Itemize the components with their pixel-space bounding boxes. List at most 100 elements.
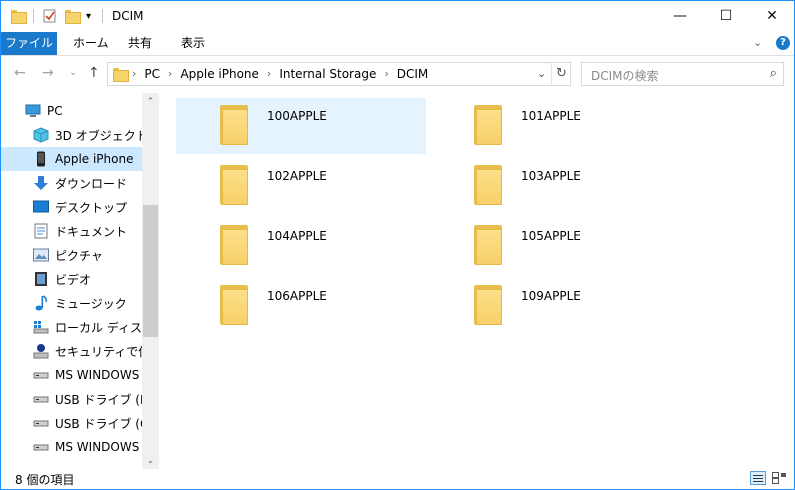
folder-tile-103apple[interactable]: 103APPLE xyxy=(430,158,680,214)
maximize-button[interactable]: ☐ xyxy=(703,1,749,31)
folder-name: 109APPLE xyxy=(521,289,581,303)
pictures-icon xyxy=(33,247,49,263)
search-icon[interactable]: ⌕ xyxy=(770,66,777,81)
sidebar-item-ms-windows[interactable]: MS WINDOWS (I xyxy=(1,363,142,387)
usb-drive-icon xyxy=(33,415,49,431)
large-icons-view-icon[interactable] xyxy=(771,471,787,485)
details-view-icon[interactable] xyxy=(750,471,766,485)
help-icon[interactable]: ? xyxy=(776,36,790,50)
folder-name: 102APPLE xyxy=(267,169,327,183)
sidebar-item-usb-drive-f[interactable]: USB ドライブ (F:) xyxy=(1,387,142,411)
folder-tile-102apple[interactable]: 102APPLE xyxy=(176,158,426,214)
folder-tile-105apple[interactable]: 105APPLE xyxy=(430,218,680,274)
sidebar-item-label: USB ドライブ (F:) xyxy=(55,392,142,407)
sidebar-item-label: デスクトップ xyxy=(55,200,128,215)
sidebar-item-documents[interactable]: ドキュメント xyxy=(1,219,142,243)
drive-icon xyxy=(33,367,49,383)
file-list: 100APPLE 101APPLE 102APPLE 103APPLE 104A… xyxy=(159,93,794,469)
ribbon-expand-chevron-icon[interactable]: ⌄ xyxy=(753,36,762,49)
properties-checkmark-icon[interactable] xyxy=(43,7,57,25)
sidebar-item-secure-drive[interactable]: セキュリティで保護 xyxy=(1,339,142,363)
sidebar-item-desktop[interactable]: デスクトップ xyxy=(1,195,142,219)
sidebar-item-label: ミュージック xyxy=(55,296,127,311)
breadcrumb-separator[interactable]: › xyxy=(168,67,172,81)
tab-file[interactable]: ファイル xyxy=(1,32,57,55)
close-button[interactable]: ✕ xyxy=(749,1,794,31)
title-divider xyxy=(102,9,103,23)
address-bar[interactable]: › PC › Apple iPhone › Internal Storage ›… xyxy=(107,62,571,86)
folder-name: 101APPLE xyxy=(521,109,581,123)
forward-arrow-icon[interactable]: → xyxy=(42,65,54,81)
folder-name: 103APPLE xyxy=(521,169,581,183)
breadcrumb-separator[interactable]: › xyxy=(267,67,271,81)
breadcrumb-apple-iphone[interactable]: Apple iPhone xyxy=(180,67,258,81)
up-arrow-icon[interactable]: ↑ xyxy=(88,65,100,81)
navigation-bar: ← → ⌄ ↑ › PC › Apple iPhone › Internal S… xyxy=(1,59,794,89)
tab-share[interactable]: 共有 xyxy=(116,32,164,55)
breadcrumb-pc[interactable]: PC xyxy=(144,67,160,81)
folder-tile-100apple[interactable]: 100APPLE xyxy=(176,98,426,154)
folder-icon xyxy=(11,7,27,25)
folder-tile-109apple[interactable]: 109APPLE xyxy=(430,278,680,334)
sidebar-scrollbar[interactable]: ⌃ ⌄ xyxy=(142,93,159,469)
sidebar-item-label: MS WINDOWS (I xyxy=(55,440,142,454)
secure-drive-icon xyxy=(33,343,49,359)
folder-icon xyxy=(474,285,502,325)
sidebar-item-music[interactable]: ミュージック xyxy=(1,291,142,315)
sidebar-item-local-disk-c[interactable]: ローカル ディスク (C xyxy=(1,315,142,339)
address-history-dropdown-icon[interactable]: ⌄ xyxy=(537,67,546,80)
drive-icon xyxy=(33,439,49,455)
folder-icon xyxy=(474,165,502,205)
sidebar-item-pictures[interactable]: ピクチャ xyxy=(1,243,142,267)
sidebar-item-label: 3D オブジェクト xyxy=(55,128,142,143)
customize-toolbar-dropdown-icon[interactable]: ▾ xyxy=(86,7,91,25)
item-count: 8 個の項目 xyxy=(15,473,75,487)
scroll-up-chevron-icon[interactable]: ⌃ xyxy=(142,93,159,110)
address-divider xyxy=(551,63,552,85)
3d-objects-icon xyxy=(33,127,49,143)
refresh-icon[interactable]: ↻ xyxy=(556,66,567,81)
breadcrumb-separator[interactable]: › xyxy=(384,67,388,81)
search-input[interactable]: DCIMの検索 ⌕ xyxy=(581,62,784,86)
folder-tile-104apple[interactable]: 104APPLE xyxy=(176,218,426,274)
quick-access-divider xyxy=(33,9,34,23)
ribbon-tabs: ファイル ホーム 共有 表示 ⌄ ? xyxy=(1,32,794,56)
sidebar-item-downloads[interactable]: ダウンロード xyxy=(1,171,142,195)
title-bar: ▾ DCIM — ☐ ✕ xyxy=(1,1,794,32)
minimize-button[interactable]: — xyxy=(657,1,703,31)
sidebar-item-videos[interactable]: ビデオ xyxy=(1,267,142,291)
folder-tile-106apple[interactable]: 106APPLE xyxy=(176,278,426,334)
document-icon xyxy=(33,223,49,239)
sidebar-item-ms-windows-2[interactable]: MS WINDOWS (I xyxy=(1,435,142,459)
sidebar-item-label: ビデオ xyxy=(55,272,92,287)
folder-name: 106APPLE xyxy=(267,289,327,303)
new-folder-icon[interactable] xyxy=(65,7,81,25)
folder-icon xyxy=(220,285,248,325)
folder-tile-101apple[interactable]: 101APPLE xyxy=(430,98,680,154)
folder-name: 105APPLE xyxy=(521,229,581,243)
sidebar-item-label: ダウンロード xyxy=(55,176,128,191)
tab-home[interactable]: ホーム xyxy=(61,32,121,55)
sidebar-item-label: セキュリティで保護 xyxy=(55,344,142,359)
sidebar-item-usb-drive-g[interactable]: USB ドライブ (G:) xyxy=(1,411,142,435)
folder-name: 104APPLE xyxy=(267,229,327,243)
sidebar-item-apple-iphone[interactable]: Apple iPhone xyxy=(1,147,142,171)
status-bar: 8 個の項目 xyxy=(1,469,794,489)
breadcrumb: › PC › Apple iPhone › Internal Storage ›… xyxy=(132,67,432,81)
scroll-down-chevron-icon[interactable]: ⌄ xyxy=(142,452,159,469)
scrollbar-thumb[interactable] xyxy=(143,205,158,337)
folder-icon xyxy=(220,165,248,205)
breadcrumb-internal-storage[interactable]: Internal Storage xyxy=(279,67,376,81)
sidebar-item-3d-objects[interactable]: 3D オブジェクト xyxy=(1,123,142,147)
sidebar-item-label: USB ドライブ (G:) xyxy=(55,416,142,431)
local-disk-icon xyxy=(33,319,49,335)
recent-locations-chevron-icon[interactable]: ⌄ xyxy=(69,67,77,78)
sidebar-item-pc[interactable]: PC xyxy=(1,99,142,123)
window-title: DCIM xyxy=(112,9,144,23)
back-arrow-icon[interactable]: ← xyxy=(14,65,26,81)
sidebar-item-label: ピクチャ xyxy=(55,248,103,263)
iphone-icon xyxy=(33,151,49,167)
breadcrumb-dcim[interactable]: DCIM xyxy=(397,67,429,81)
tab-view[interactable]: 表示 xyxy=(169,32,217,55)
sidebar-item-label: ドキュメント xyxy=(55,224,128,239)
